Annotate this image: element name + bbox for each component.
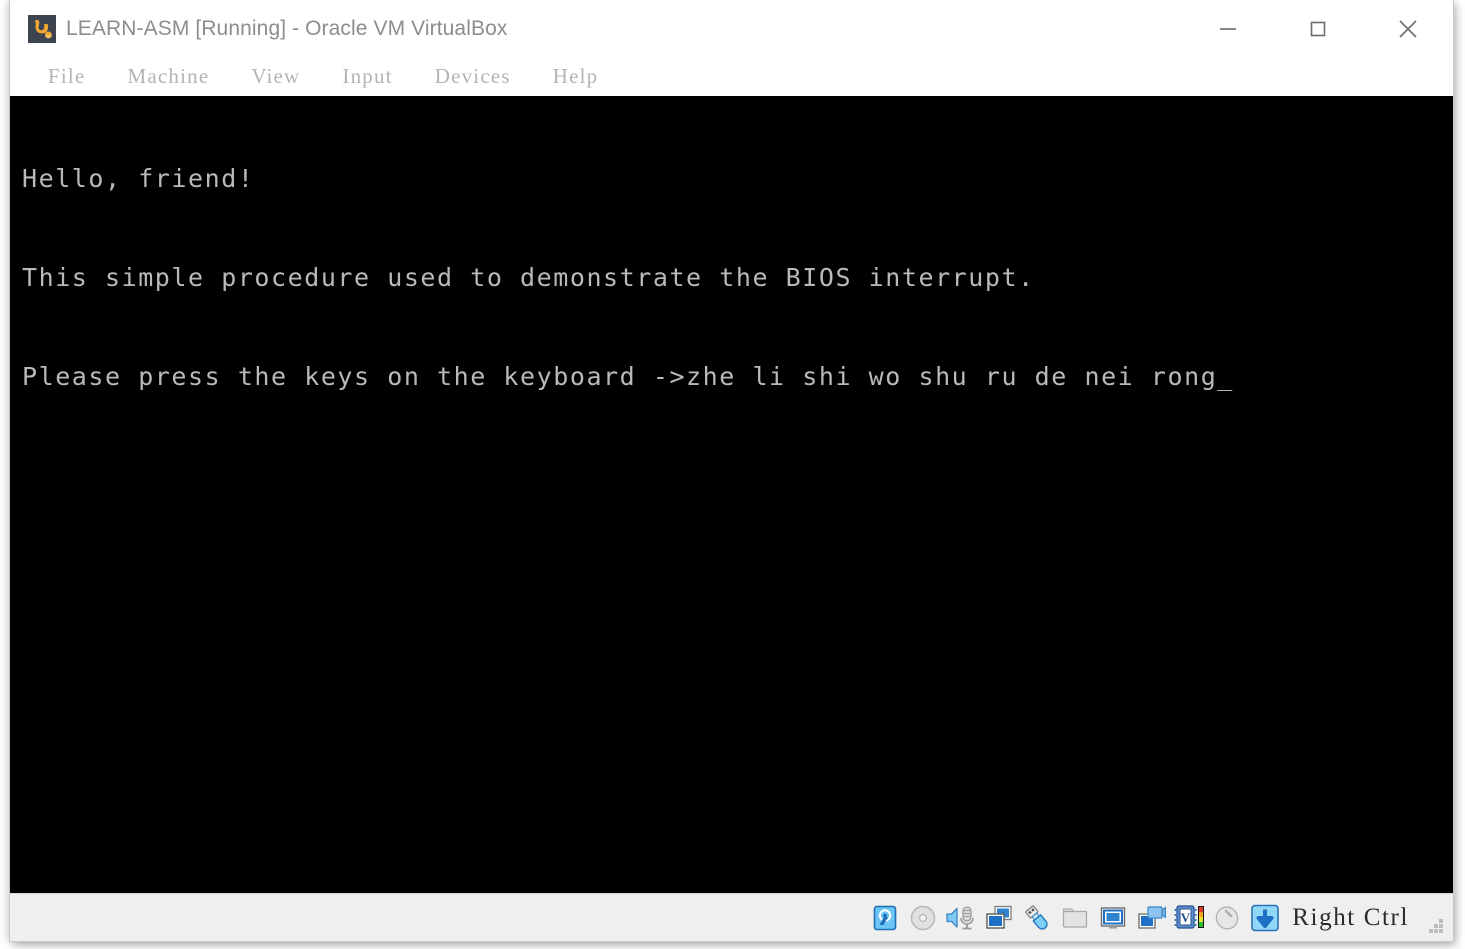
console-output: Hello, friend! This simple procedure use… (22, 96, 1234, 459)
audio-icon[interactable] (944, 901, 978, 935)
title-bar-left: LEARN-ASM [Running] - Oracle VM VirtualB… (10, 15, 1183, 43)
minimize-button[interactable] (1183, 0, 1273, 58)
video-capture-icon[interactable] (1134, 901, 1168, 935)
title-bar[interactable]: LEARN-ASM [Running] - Oracle VM VirtualB… (10, 0, 1453, 58)
host-key-label: Right Ctrl (1292, 903, 1409, 931)
maximize-icon (1307, 18, 1329, 40)
menu-item-machine[interactable]: Machine (113, 62, 223, 93)
console-line: Hello, friend! (22, 164, 255, 193)
virtualbox-logo-icon (28, 15, 56, 43)
close-button[interactable] (1363, 0, 1453, 58)
window-title: LEARN-ASM [Running] - Oracle VM VirtualB… (66, 17, 508, 40)
usb-icon[interactable] (1020, 901, 1054, 935)
close-icon (1396, 17, 1420, 41)
optical-disc-icon[interactable] (906, 901, 940, 935)
console-line: Please press the keys on the keyboard ->… (22, 362, 1234, 391)
vm-window: LEARN-ASM [Running] - Oracle VM VirtualB… (10, 0, 1453, 941)
console-line: This simple procedure used to demonstrat… (22, 263, 1035, 292)
display-icon[interactable] (1096, 901, 1130, 935)
guest-display[interactable]: Hello, friend! This simple procedure use… (10, 96, 1453, 893)
virtualization-chip-icon[interactable]: V (1172, 901, 1206, 935)
hard-disk-icon[interactable] (868, 901, 902, 935)
mouse-integration-icon[interactable] (1210, 901, 1244, 935)
menu-item-input[interactable]: Input (328, 62, 406, 93)
minimize-icon (1217, 18, 1239, 40)
network-icon[interactable] (982, 901, 1016, 935)
status-bar: V Right Ctrl (10, 893, 1453, 941)
menu-bar: File Machine View Input Devices Help (10, 58, 1453, 96)
resize-grip-icon[interactable] (1425, 915, 1443, 933)
menu-item-view[interactable]: View (237, 62, 314, 93)
menu-item-file[interactable]: File (34, 62, 99, 93)
window-controls (1183, 0, 1453, 58)
menu-item-help[interactable]: Help (539, 62, 613, 93)
screenshot-root: LEARN-ASM [Running] - Oracle VM VirtualB… (0, 0, 1465, 949)
shared-folders-icon[interactable] (1058, 901, 1092, 935)
status-indicator-group: V (868, 901, 1282, 935)
host-key-icon[interactable] (1248, 901, 1282, 935)
menu-item-devices[interactable]: Devices (421, 62, 525, 93)
maximize-button[interactable] (1273, 0, 1363, 58)
svg-text:V: V (1181, 910, 1191, 925)
